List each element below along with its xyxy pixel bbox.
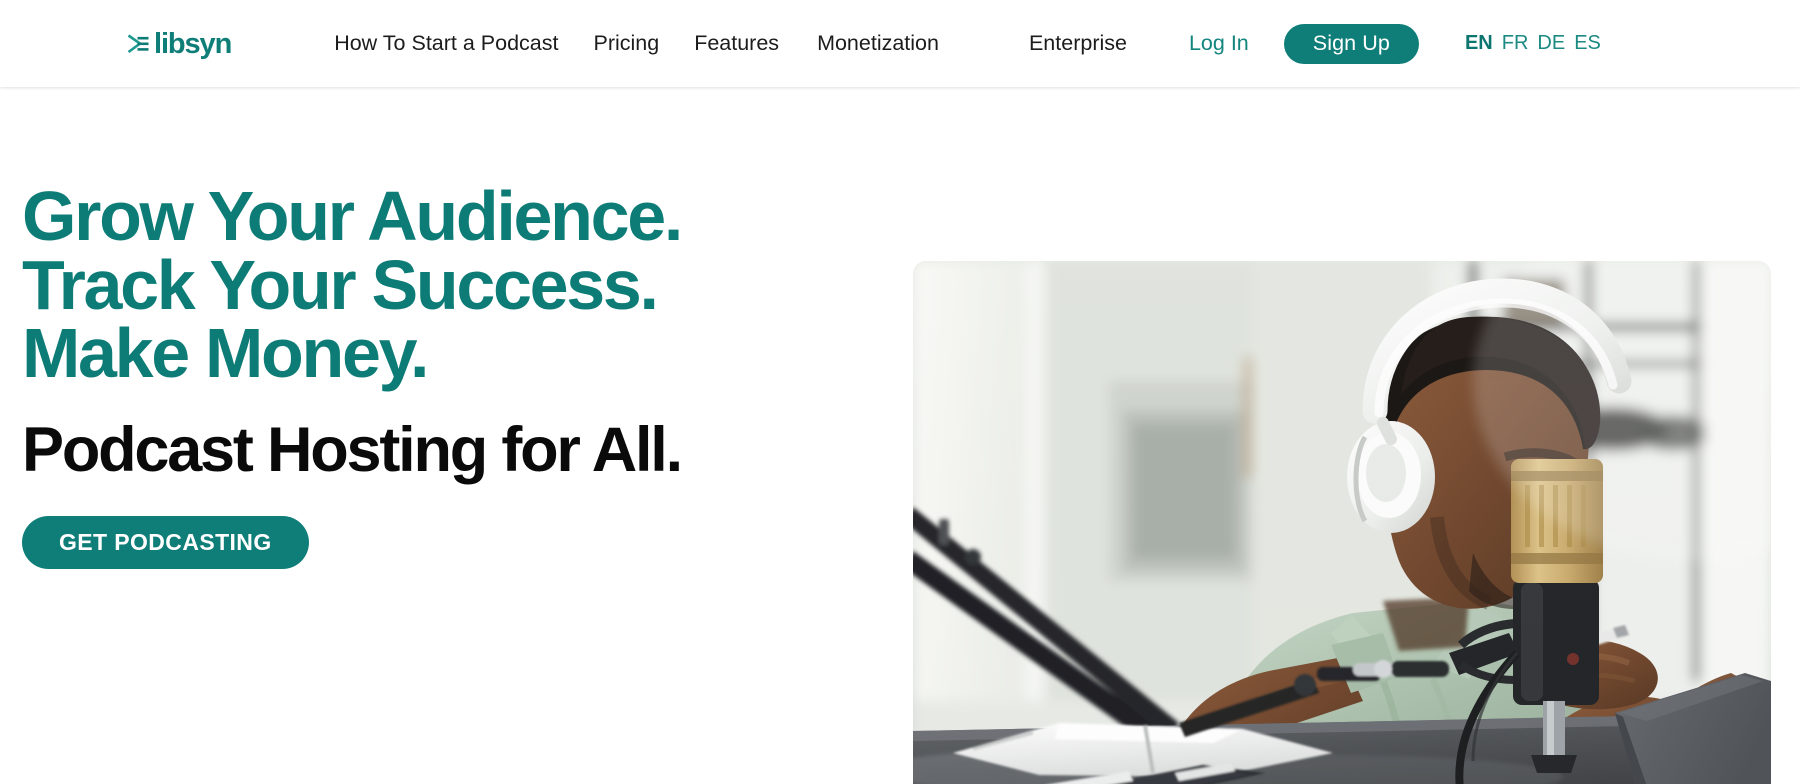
libsyn-logo[interactable]: libsyn [127, 24, 231, 64]
nav-features[interactable]: Features [694, 23, 779, 64]
hero-heading-line-1: Grow Your Audience. [22, 182, 902, 251]
podcaster-at-microphone-photo [913, 261, 1771, 784]
language-option-es[interactable]: ES [1574, 32, 1601, 55]
hero-copy: Grow Your Audience. Track Your Success. … [22, 182, 902, 569]
hero-subheading: Podcast Hosting for All. [22, 419, 902, 482]
hero-heading-line-3: Make Money. [22, 319, 902, 388]
nav-pricing[interactable]: Pricing [593, 23, 659, 64]
libsyn-wordmark: libsyn [154, 30, 231, 59]
language-option-de[interactable]: DE [1537, 32, 1565, 55]
log-in-link[interactable]: Log In [1189, 31, 1249, 56]
language-option-fr[interactable]: FR [1502, 32, 1529, 55]
hero-section: Grow Your Audience. Track Your Success. … [0, 87, 1800, 784]
hero-heading-line-2: Track Your Success. [22, 251, 902, 320]
nav-enterprise[interactable]: Enterprise [1029, 23, 1127, 64]
nav-how-to-start-a-podcast[interactable]: How To Start a Podcast [334, 23, 558, 64]
libsyn-asterisk-mark-icon [127, 31, 154, 57]
language-option-en[interactable]: EN [1465, 32, 1493, 55]
sign-up-button[interactable]: Sign Up [1284, 24, 1419, 64]
get-podcasting-button[interactable]: GET PODCASTING [22, 516, 309, 569]
language-switcher: EN FR DE ES [1465, 32, 1601, 55]
primary-navigation: How To Start a Podcast Pricing Features … [334, 23, 1601, 64]
hero-heading: Grow Your Audience. Track Your Success. … [22, 182, 902, 388]
nav-monetization[interactable]: Monetization [817, 23, 939, 64]
site-header: libsyn How To Start a Podcast Pricing Fe… [0, 0, 1800, 87]
